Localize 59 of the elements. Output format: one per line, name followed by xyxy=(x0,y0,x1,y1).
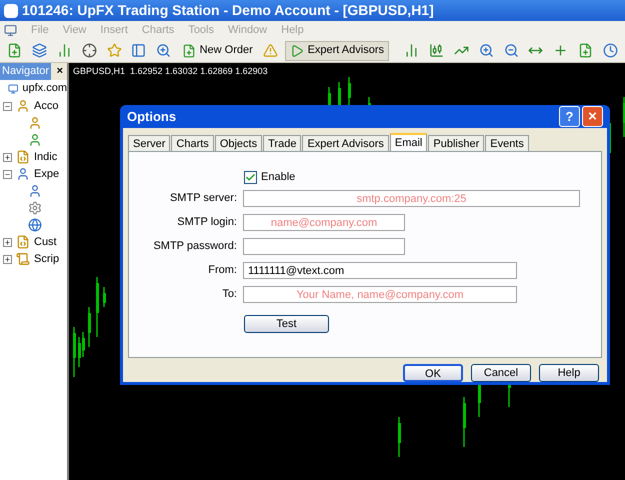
tab[interactable]: Objects xyxy=(214,135,262,151)
person-icon xyxy=(28,133,42,147)
checkbox-label: Enable xyxy=(261,170,296,185)
input-field[interactable]: 1111111@vtext.com xyxy=(243,262,517,279)
tab[interactable]: Expert Advisors xyxy=(302,135,389,151)
tree-item[interactable]: Expe xyxy=(34,166,60,182)
dialog-button[interactable]: OK xyxy=(403,364,463,382)
computer-icon xyxy=(8,82,18,96)
new-order-button[interactable]: New Order xyxy=(178,40,257,60)
dialog-button[interactable]: Help xyxy=(539,364,599,382)
tree-item[interactable]: Cust xyxy=(34,234,57,250)
tree-item[interactable]: upfx.com xyxy=(22,80,67,97)
play-icon xyxy=(290,44,304,58)
panel-title: Navigator xyxy=(0,63,52,80)
person-icon xyxy=(28,116,42,130)
tree-item[interactable]: Indic xyxy=(34,148,58,166)
tab[interactable]: Trade xyxy=(263,135,302,151)
scroll-icon xyxy=(16,252,30,266)
tree-item[interactable]: Scrip xyxy=(34,250,60,268)
close-button[interactable]: × xyxy=(56,63,63,80)
tab[interactable]: Server xyxy=(128,135,170,151)
input-field[interactable]: name@company.com xyxy=(243,214,405,231)
help-button[interactable]: ? xyxy=(559,106,580,127)
enable-checkbox[interactable] xyxy=(244,170,257,184)
document-plus-icon xyxy=(182,44,196,58)
candle xyxy=(73,326,76,378)
field-label: To: xyxy=(221,287,237,302)
expander-icon[interactable] xyxy=(3,102,12,110)
tab[interactable]: Events xyxy=(485,135,529,151)
candle xyxy=(348,77,351,108)
dialog-title: Options xyxy=(127,108,176,126)
expander-icon[interactable] xyxy=(3,254,12,264)
field-label: SMTP password: xyxy=(152,239,237,254)
candle xyxy=(463,396,466,448)
candle xyxy=(88,306,91,348)
test-button[interactable]: Test xyxy=(244,315,329,333)
close-button[interactable]: × xyxy=(582,106,603,127)
field-label: SMTP server: xyxy=(168,191,237,206)
tab[interactable]: Publisher xyxy=(428,135,484,151)
candle xyxy=(398,416,401,458)
expander-icon[interactable] xyxy=(3,238,12,246)
gear-icon xyxy=(28,201,42,215)
input-field[interactable]: Your Name, name@company.com xyxy=(243,286,517,303)
candle xyxy=(103,286,106,308)
input-field[interactable] xyxy=(243,238,405,255)
chart-header: GBPUSD,H1 1.62952 1.63032 1.62869 1.62903 xyxy=(73,65,268,78)
tree-item[interactable]: Acco xyxy=(34,98,58,114)
dialog-button[interactable]: Cancel xyxy=(471,364,531,382)
expander-icon[interactable] xyxy=(3,170,12,178)
expert-advisors-button[interactable]: Expert Advisors xyxy=(284,40,389,60)
window-title: 101246: UpFX Trading Station - Demo Account - [GBPUSD,H1] xyxy=(22,1,434,20)
tab[interactable]: Email xyxy=(390,133,428,151)
field-label: SMTP login: xyxy=(176,215,237,230)
field-label: From: xyxy=(207,263,237,278)
input-field[interactable]: smtp.company.com:25 xyxy=(243,190,580,207)
tab[interactable]: Charts xyxy=(171,135,214,151)
candle xyxy=(96,276,99,338)
expander-icon[interactable] xyxy=(3,152,12,162)
globe-icon xyxy=(28,218,42,232)
